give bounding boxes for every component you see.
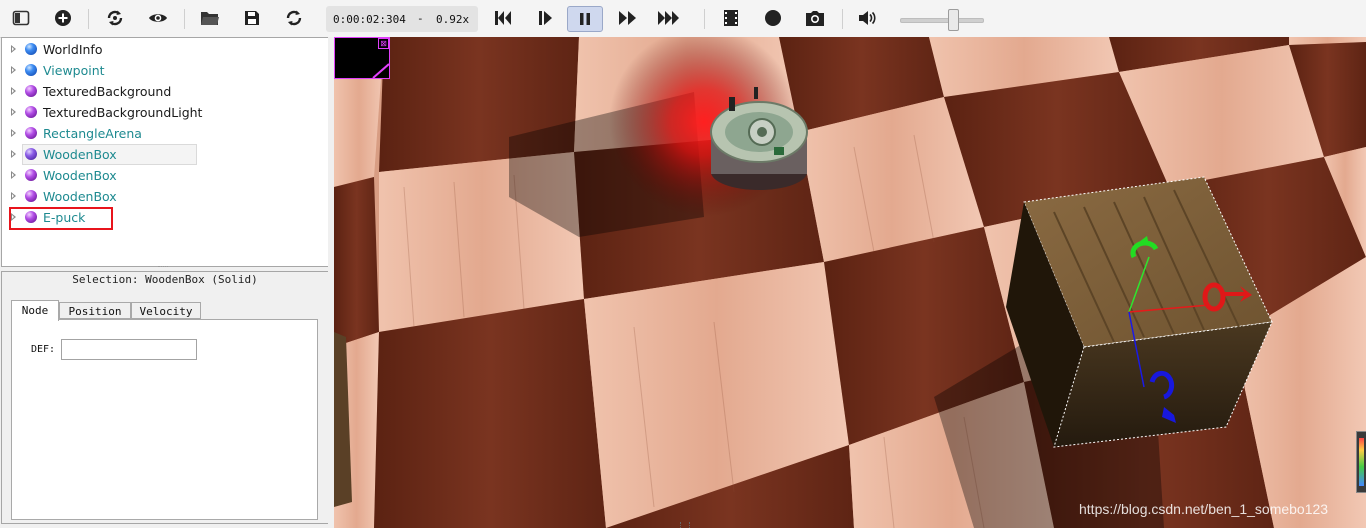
simulation-time: 0:00:02:304 [333, 13, 406, 26]
expand-arrow-icon[interactable] [11, 213, 16, 221]
tree-item-label: TexturedBackgroundLight [43, 105, 203, 120]
bottom-splitter-handle[interactable] [680, 522, 690, 528]
fast-forward-icon[interactable] [617, 7, 639, 29]
def-input[interactable] [61, 339, 197, 360]
expand-arrow-icon[interactable] [11, 150, 16, 158]
expand-arrow-icon[interactable] [11, 171, 16, 179]
tree-item-label: WoodenBox [43, 189, 117, 204]
tree-item-label: Viewpoint [43, 63, 105, 78]
field-editor: Selection: WoodenBox (Solid) Node Positi… [1, 271, 329, 524]
scene-tree: WorldInfo Viewpoint TexturedBackground T… [1, 37, 329, 267]
record-animation-icon[interactable] [762, 7, 784, 29]
fastest-icon[interactable] [657, 7, 679, 29]
expand-arrow-icon[interactable] [11, 108, 16, 116]
tree-item-label: E-puck [43, 210, 86, 225]
main-toolbar: 0:00:02:304 - 0.92x [0, 0, 1366, 38]
camera-overlay[interactable]: ⊠ [334, 37, 390, 79]
node-ball-icon [25, 43, 37, 55]
tab-velocity[interactable]: Velocity [131, 302, 201, 319]
node-tab-panel: DEF: [11, 319, 318, 520]
tree-item-label: WoodenBox [43, 147, 117, 162]
node-ball-icon [25, 169, 37, 181]
expand-arrow-icon[interactable] [11, 87, 16, 95]
tree-item-woodenbox[interactable]: WoodenBox [2, 186, 322, 207]
tree-item-rectanglearena[interactable]: RectangleArena [2, 123, 322, 144]
sound-level-meter [1356, 431, 1366, 493]
open-world-icon[interactable] [199, 7, 221, 29]
node-ball-icon [25, 127, 37, 139]
tree-item-epuck[interactable]: E-puck [2, 207, 322, 228]
node-ball-icon [25, 64, 37, 76]
def-label: DEF: [31, 344, 56, 355]
tree-item-texturedbackgroundlight[interactable]: TexturedBackgroundLight [2, 102, 322, 123]
pause-button[interactable] [567, 6, 603, 32]
reload-world-icon[interactable] [104, 7, 126, 29]
volume-slider-thumb[interactable] [948, 9, 959, 31]
tree-item-label: WoodenBox [43, 168, 117, 183]
tree-item-label: WorldInfo [43, 42, 103, 57]
volume-slider-track[interactable] [900, 18, 984, 23]
pause-icon [580, 13, 590, 25]
tree-item-viewpoint[interactable]: Viewpoint [2, 60, 322, 81]
node-ball-icon [25, 190, 37, 202]
time-speed-separator: - [417, 12, 424, 25]
node-ball-icon [25, 85, 37, 97]
simulation-speed: 0.92x [436, 13, 470, 26]
toolbar-separator [88, 9, 89, 29]
tree-item-woodenbox-selected[interactable]: WoodenBox [2, 144, 322, 165]
step-back-icon[interactable] [492, 7, 514, 29]
tree-item-woodenbox[interactable]: WoodenBox [2, 165, 322, 186]
tree-item-texturedbackground[interactable]: TexturedBackground [2, 81, 322, 102]
step-icon[interactable] [534, 7, 556, 29]
toolbar-separator [842, 9, 843, 29]
overlay-resize-corner-icon[interactable] [335, 38, 389, 78]
3d-scene [334, 37, 1366, 528]
3d-view[interactable]: ⊠ https://blog.csdn.net/ben_1_somebo123 [334, 37, 1366, 528]
toolbar-separator [704, 9, 705, 29]
scene-tree-toggle-icon[interactable] [10, 7, 32, 29]
screenshot-icon[interactable] [804, 7, 826, 29]
tree-item-worldinfo[interactable]: WorldInfo [2, 39, 322, 60]
selection-title: Selection: WoodenBox (Solid) [72, 273, 258, 286]
watermark-text: https://blog.csdn.net/ben_1_somebo123 [1079, 501, 1329, 517]
expand-arrow-icon[interactable] [11, 45, 16, 53]
record-movie-icon[interactable] [720, 7, 742, 29]
expand-arrow-icon[interactable] [11, 192, 16, 200]
tab-position[interactable]: Position [59, 302, 131, 319]
add-node-icon[interactable] [52, 7, 74, 29]
tree-item-label: RectangleArena [43, 126, 142, 141]
node-ball-icon [25, 106, 37, 118]
node-ball-icon [25, 211, 37, 223]
view-icon[interactable] [147, 7, 169, 29]
tab-node[interactable]: Node [11, 300, 59, 321]
expand-arrow-icon[interactable] [11, 66, 16, 74]
sound-icon[interactable] [856, 7, 878, 29]
node-ball-icon [25, 148, 37, 160]
toolbar-separator [184, 9, 185, 29]
reset-simulation-icon[interactable] [283, 7, 305, 29]
simulation-time-display: 0:00:02:304 - 0.92x [326, 6, 478, 32]
save-world-icon[interactable] [241, 7, 263, 29]
expand-arrow-icon[interactable] [11, 129, 16, 137]
tree-item-label: TexturedBackground [43, 84, 172, 99]
